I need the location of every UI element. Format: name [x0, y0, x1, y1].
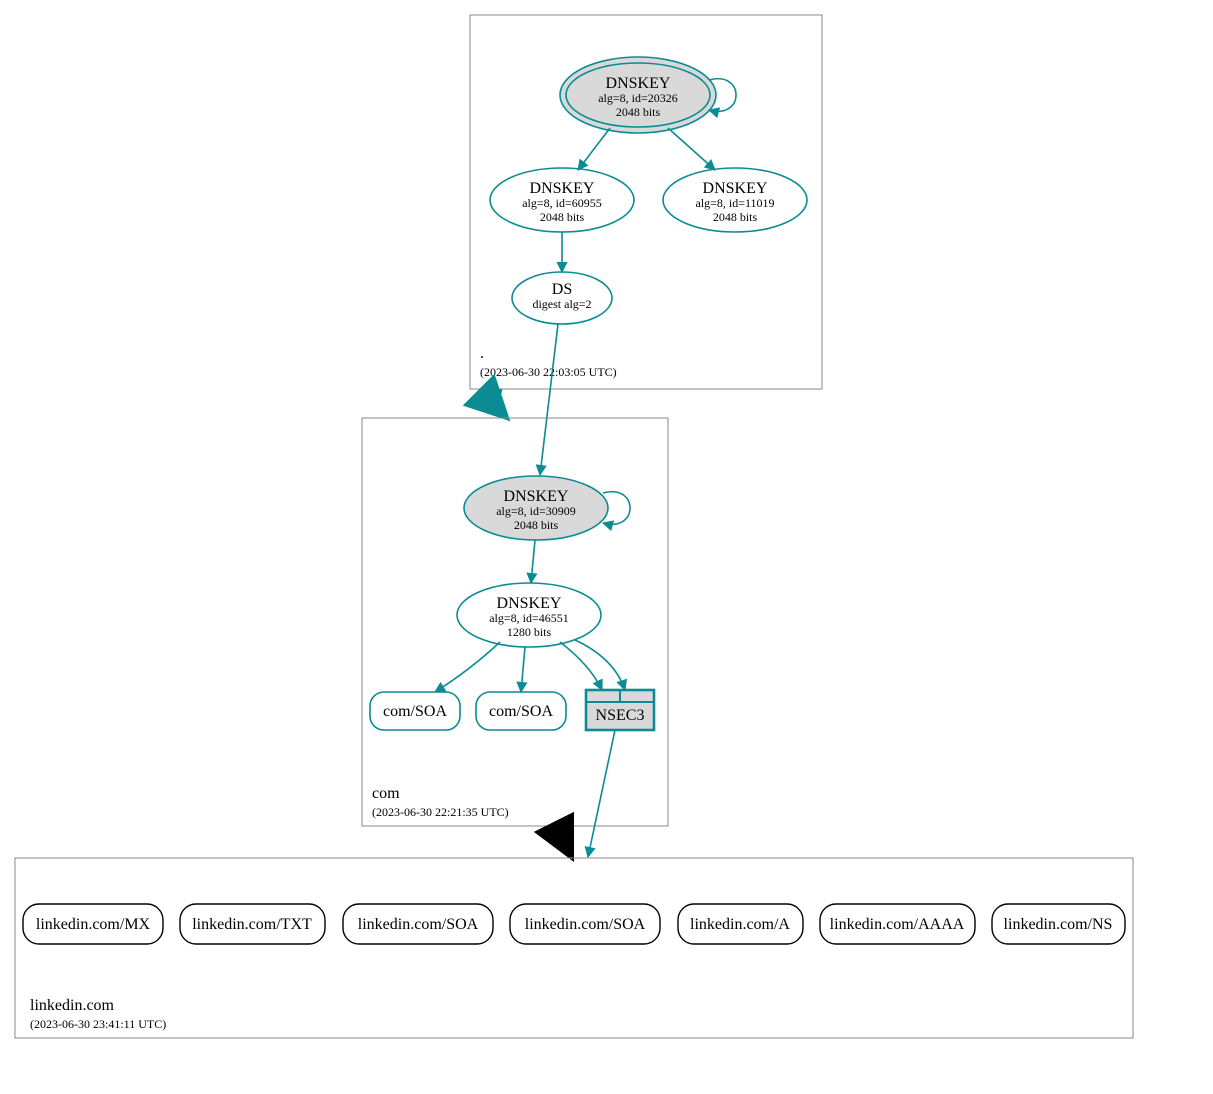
- svg-text:linkedin.com/TXT: linkedin.com/TXT: [192, 916, 312, 933]
- zone-root: . (2023-06-30 22:03:05 UTC) DNSKEY alg=8…: [470, 15, 822, 389]
- edge-com-zsk-soa1: [435, 642, 500, 692]
- svg-text:linkedin.com/SOA: linkedin.com/SOA: [525, 916, 646, 933]
- linkedin-txt-node: linkedin.com/TXT: [180, 904, 325, 944]
- svg-text:alg=8, id=20326: alg=8, id=20326: [598, 91, 678, 105]
- root-zsk2-node: DNSKEY alg=8, id=11019 2048 bits: [663, 168, 807, 232]
- svg-text:linkedin.com/A: linkedin.com/A: [690, 916, 790, 933]
- dnssec-diagram: . (2023-06-30 22:03:05 UTC) DNSKEY alg=8…: [0, 0, 1213, 1094]
- com-nsec3-node: NSEC3: [586, 690, 654, 730]
- svg-text:2048 bits: 2048 bits: [514, 518, 559, 532]
- svg-text:alg=8, id=60955: alg=8, id=60955: [522, 196, 602, 210]
- svg-text:linkedin.com/NS: linkedin.com/NS: [1004, 916, 1113, 933]
- svg-text:DS: DS: [552, 281, 572, 298]
- edge-com-zsk-nsec3-2: [575, 640, 625, 690]
- svg-text:alg=8, id=46551: alg=8, id=46551: [489, 611, 569, 625]
- svg-text:NSEC3: NSEC3: [596, 707, 645, 724]
- svg-text:digest alg=2: digest alg=2: [532, 297, 591, 311]
- linkedin-soa2-node: linkedin.com/SOA: [510, 904, 660, 944]
- edge-com-zsk-soa2: [521, 647, 525, 692]
- root-ksk-node: DNSKEY alg=8, id=20326 2048 bits: [560, 57, 716, 133]
- svg-text:DNSKEY: DNSKEY: [703, 180, 768, 197]
- zone-root-timestamp: (2023-06-30 22:03:05 UTC): [480, 365, 617, 379]
- svg-text:DNSKEY: DNSKEY: [504, 488, 569, 505]
- svg-text:1280 bits: 1280 bits: [507, 625, 552, 639]
- svg-text:com/SOA: com/SOA: [489, 703, 553, 720]
- zone-com-timestamp: (2023-06-30 22:21:35 UTC): [372, 805, 509, 819]
- edge-nsec3-to-linkedin: [588, 730, 615, 857]
- com-zsk-node: DNSKEY alg=8, id=46551 1280 bits: [457, 583, 601, 647]
- svg-text:alg=8, id=11019: alg=8, id=11019: [695, 196, 774, 210]
- edge-root-ksk-zsk2: [668, 128, 715, 170]
- svg-text:linkedin.com/SOA: linkedin.com/SOA: [358, 916, 479, 933]
- svg-text:DNSKEY: DNSKEY: [497, 595, 562, 612]
- com-soa2-node: com/SOA: [476, 692, 566, 730]
- zone-linkedin-timestamp: (2023-06-30 23:41:11 UTC): [30, 1017, 166, 1031]
- svg-text:linkedin.com/MX: linkedin.com/MX: [36, 916, 151, 933]
- svg-text:linkedin.com/AAAA: linkedin.com/AAAA: [830, 916, 965, 933]
- svg-text:alg=8, id=30909: alg=8, id=30909: [496, 504, 576, 518]
- com-soa1-node: com/SOA: [370, 692, 460, 730]
- edge-com-zsk-nsec3-1: [560, 642, 602, 690]
- zone-root-label: .: [480, 345, 484, 362]
- edge-com-ksk-zsk: [531, 540, 535, 583]
- svg-text:com/SOA: com/SOA: [383, 703, 447, 720]
- edge-ds-to-com-ksk: [540, 324, 558, 475]
- linkedin-aaaa-node: linkedin.com/AAAA: [820, 904, 975, 944]
- linkedin-a-node: linkedin.com/A: [678, 904, 803, 944]
- svg-text:2048 bits: 2048 bits: [540, 210, 585, 224]
- svg-text:DNSKEY: DNSKEY: [530, 180, 595, 197]
- svg-text:2048 bits: 2048 bits: [616, 105, 661, 119]
- zone-linkedin-label: linkedin.com: [30, 997, 115, 1014]
- edge-root-to-com-zone: [498, 389, 504, 415]
- com-ksk-node: DNSKEY alg=8, id=30909 2048 bits: [464, 476, 608, 540]
- zone-com: com (2023-06-30 22:21:35 UTC) DNSKEY alg…: [362, 418, 668, 826]
- edge-com-to-linkedin-zone: [562, 826, 570, 854]
- linkedin-ns-node: linkedin.com/NS: [992, 904, 1125, 944]
- svg-text:2048 bits: 2048 bits: [713, 210, 758, 224]
- linkedin-mx-node: linkedin.com/MX: [23, 904, 163, 944]
- root-ds-node: DS digest alg=2: [512, 272, 612, 324]
- svg-text:DNSKEY: DNSKEY: [606, 75, 671, 92]
- linkedin-soa1-node: linkedin.com/SOA: [343, 904, 493, 944]
- edge-root-ksk-zsk1: [578, 128, 610, 170]
- root-zsk1-node: DNSKEY alg=8, id=60955 2048 bits: [490, 168, 634, 232]
- zone-linkedin: linkedin.com (2023-06-30 23:41:11 UTC) l…: [15, 858, 1133, 1038]
- zone-com-label: com: [372, 785, 400, 802]
